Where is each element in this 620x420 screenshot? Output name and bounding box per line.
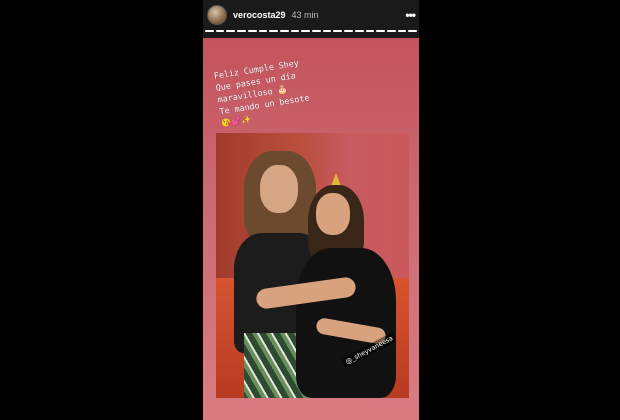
progress-segment-fill — [290, 30, 300, 32]
story-photo: @_sheyvaneesa — [216, 133, 409, 398]
progress-segment — [215, 30, 225, 32]
story-viewer[interactable]: verocosta29 43 min ••• Feliz Cumple Shey… — [203, 0, 419, 420]
progress-segment-fill — [269, 30, 278, 32]
story-header: verocosta29 43 min ••• — [203, 3, 419, 27]
progress-segment — [312, 30, 321, 32]
progress-segment-fill — [301, 30, 311, 32]
username[interactable]: verocosta29 — [233, 10, 286, 20]
progress-segment — [301, 30, 311, 32]
progress-segment — [290, 30, 300, 32]
progress-segment-fill — [237, 30, 246, 32]
more-horizontal-icon[interactable]: ••• — [405, 8, 416, 22]
progress-segment-fill — [344, 30, 353, 32]
photo-person-right-face — [316, 193, 350, 235]
progress-segment — [258, 30, 268, 32]
avatar[interactable] — [207, 5, 227, 25]
progress-segment — [344, 30, 353, 32]
progress-segment-fill — [215, 30, 225, 32]
progress-segment-fill — [354, 30, 364, 32]
progress-segment — [237, 30, 246, 32]
progress-segment — [397, 30, 407, 32]
progress-segment — [226, 30, 236, 32]
progress-segment-fill — [386, 30, 396, 32]
progress-segment-fill — [322, 30, 332, 32]
progress-segment-fill — [312, 30, 321, 32]
progress-segment — [247, 30, 257, 32]
progress-segment-fill — [226, 30, 236, 32]
progress-segment — [408, 30, 418, 32]
progress-segment-fill — [247, 30, 257, 32]
progress-segment-fill — [258, 30, 268, 32]
progress-segment — [279, 30, 289, 32]
progress-segment — [386, 30, 396, 32]
progress-segment-fill — [376, 30, 385, 32]
progress-segment-fill — [365, 30, 375, 32]
progress-segment-fill — [408, 30, 418, 32]
progress-segment-fill — [279, 30, 289, 32]
progress-segment — [205, 30, 214, 32]
progress-segment-fill — [397, 30, 407, 32]
progress-segment — [376, 30, 385, 32]
progress-segment — [365, 30, 375, 32]
progress-segment-fill — [333, 30, 343, 32]
story-canvas: Feliz Cumple Shey Que pases un día marav… — [203, 38, 419, 420]
story-progress-bar — [205, 30, 418, 32]
timestamp: 43 min — [291, 10, 319, 20]
progress-segment-fill — [205, 30, 214, 32]
progress-segment — [322, 30, 332, 32]
progress-segment — [333, 30, 343, 32]
photo-person-left-face — [260, 165, 298, 213]
story-caption: Feliz Cumple Shey Que pases un día marav… — [213, 45, 381, 130]
progress-segment — [269, 30, 278, 32]
progress-segment — [354, 30, 364, 32]
